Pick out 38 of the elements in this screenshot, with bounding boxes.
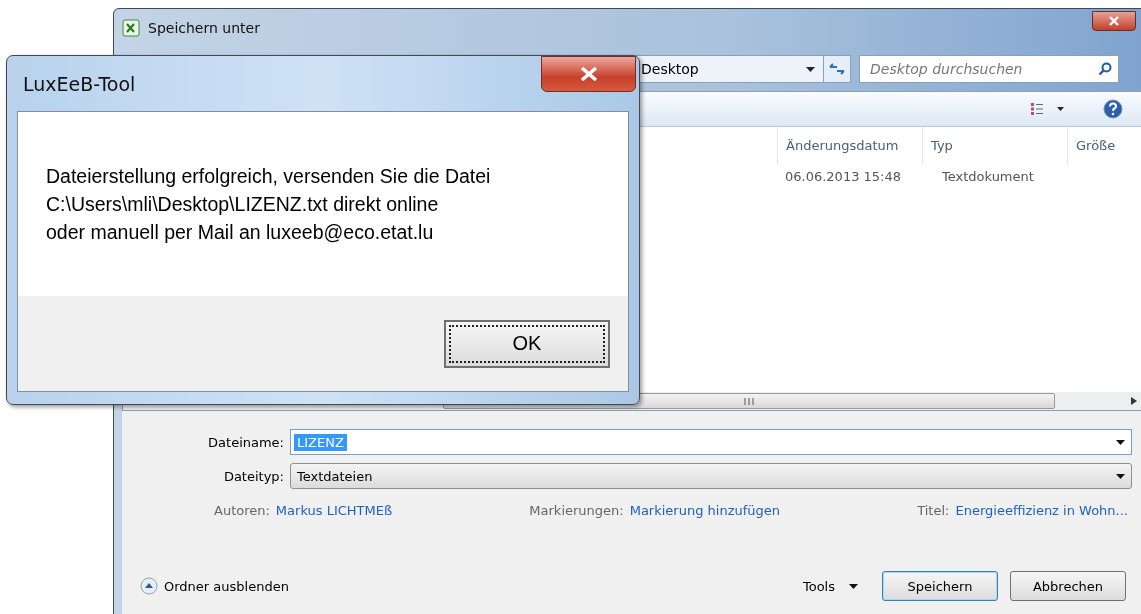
address-bar[interactable]: Desktop bbox=[634, 55, 824, 83]
dropdown-arrow-icon[interactable] bbox=[1116, 473, 1125, 479]
metadata-value[interactable]: Markierung hinzufügen bbox=[629, 502, 781, 518]
spreadsheet-icon bbox=[122, 19, 140, 37]
tools-menu[interactable]: Tools bbox=[796, 577, 864, 595]
close-button[interactable] bbox=[1092, 11, 1136, 31]
grip-icon bbox=[744, 397, 754, 405]
hide-folders-button[interactable]: Ordner ausblenden bbox=[140, 577, 289, 595]
dropdown-arrow-icon bbox=[849, 583, 858, 589]
cancel-button[interactable]: Abbrechen bbox=[1010, 571, 1126, 601]
scroll-right-icon[interactable] bbox=[1131, 397, 1137, 405]
metadata-value[interactable]: Energieeffizienz in Wohn... bbox=[955, 502, 1128, 518]
save-button[interactable]: Speichern bbox=[882, 571, 998, 601]
ok-button[interactable]: OK bbox=[444, 319, 610, 368]
metadata-label: Markierungen: bbox=[529, 502, 624, 518]
filetype-dropdown[interactable]: Textdateien bbox=[290, 463, 1132, 489]
close-icon bbox=[1108, 16, 1120, 26]
view-options-icon[interactable] bbox=[1031, 103, 1065, 115]
field-label: Dateityp: bbox=[222, 468, 284, 484]
close-icon bbox=[578, 67, 599, 81]
metadata-label: Autoren: bbox=[214, 502, 270, 518]
field-label: Dateiname: bbox=[207, 434, 284, 450]
refresh-icon[interactable] bbox=[823, 55, 851, 83]
dropdown-arrow-icon[interactable] bbox=[1116, 439, 1125, 445]
type-cell: Textdokument bbox=[942, 168, 1034, 184]
window-title: LuxEeB-Tool bbox=[23, 72, 136, 95]
column-header[interactable]: Größe bbox=[1067, 127, 1121, 165]
metadata-label: Titel: bbox=[917, 502, 950, 518]
column-header[interactable]: Änderungsdatum bbox=[777, 127, 922, 165]
column-header[interactable]: Typ bbox=[922, 127, 1067, 165]
help-icon[interactable] bbox=[1103, 99, 1123, 119]
message-text: Dateierstellung erfolgreich, versenden Sie die Datei C:\Users\mli\Desktop\LIZENZ.txt direkt online oder manuell per Mail an luxeeb@eco.etat.lu bbox=[46, 164, 491, 245]
search-icon bbox=[1098, 62, 1112, 76]
window-title: Speichern unter bbox=[148, 20, 260, 36]
date-cell-text: 06.06.2013 15:48 bbox=[785, 168, 903, 184]
close-button[interactable] bbox=[541, 56, 636, 92]
metadata-value[interactable]: Markus LICHTMEß bbox=[275, 502, 393, 518]
search-field[interactable]: Desktop durchsuchen bbox=[859, 55, 1119, 83]
